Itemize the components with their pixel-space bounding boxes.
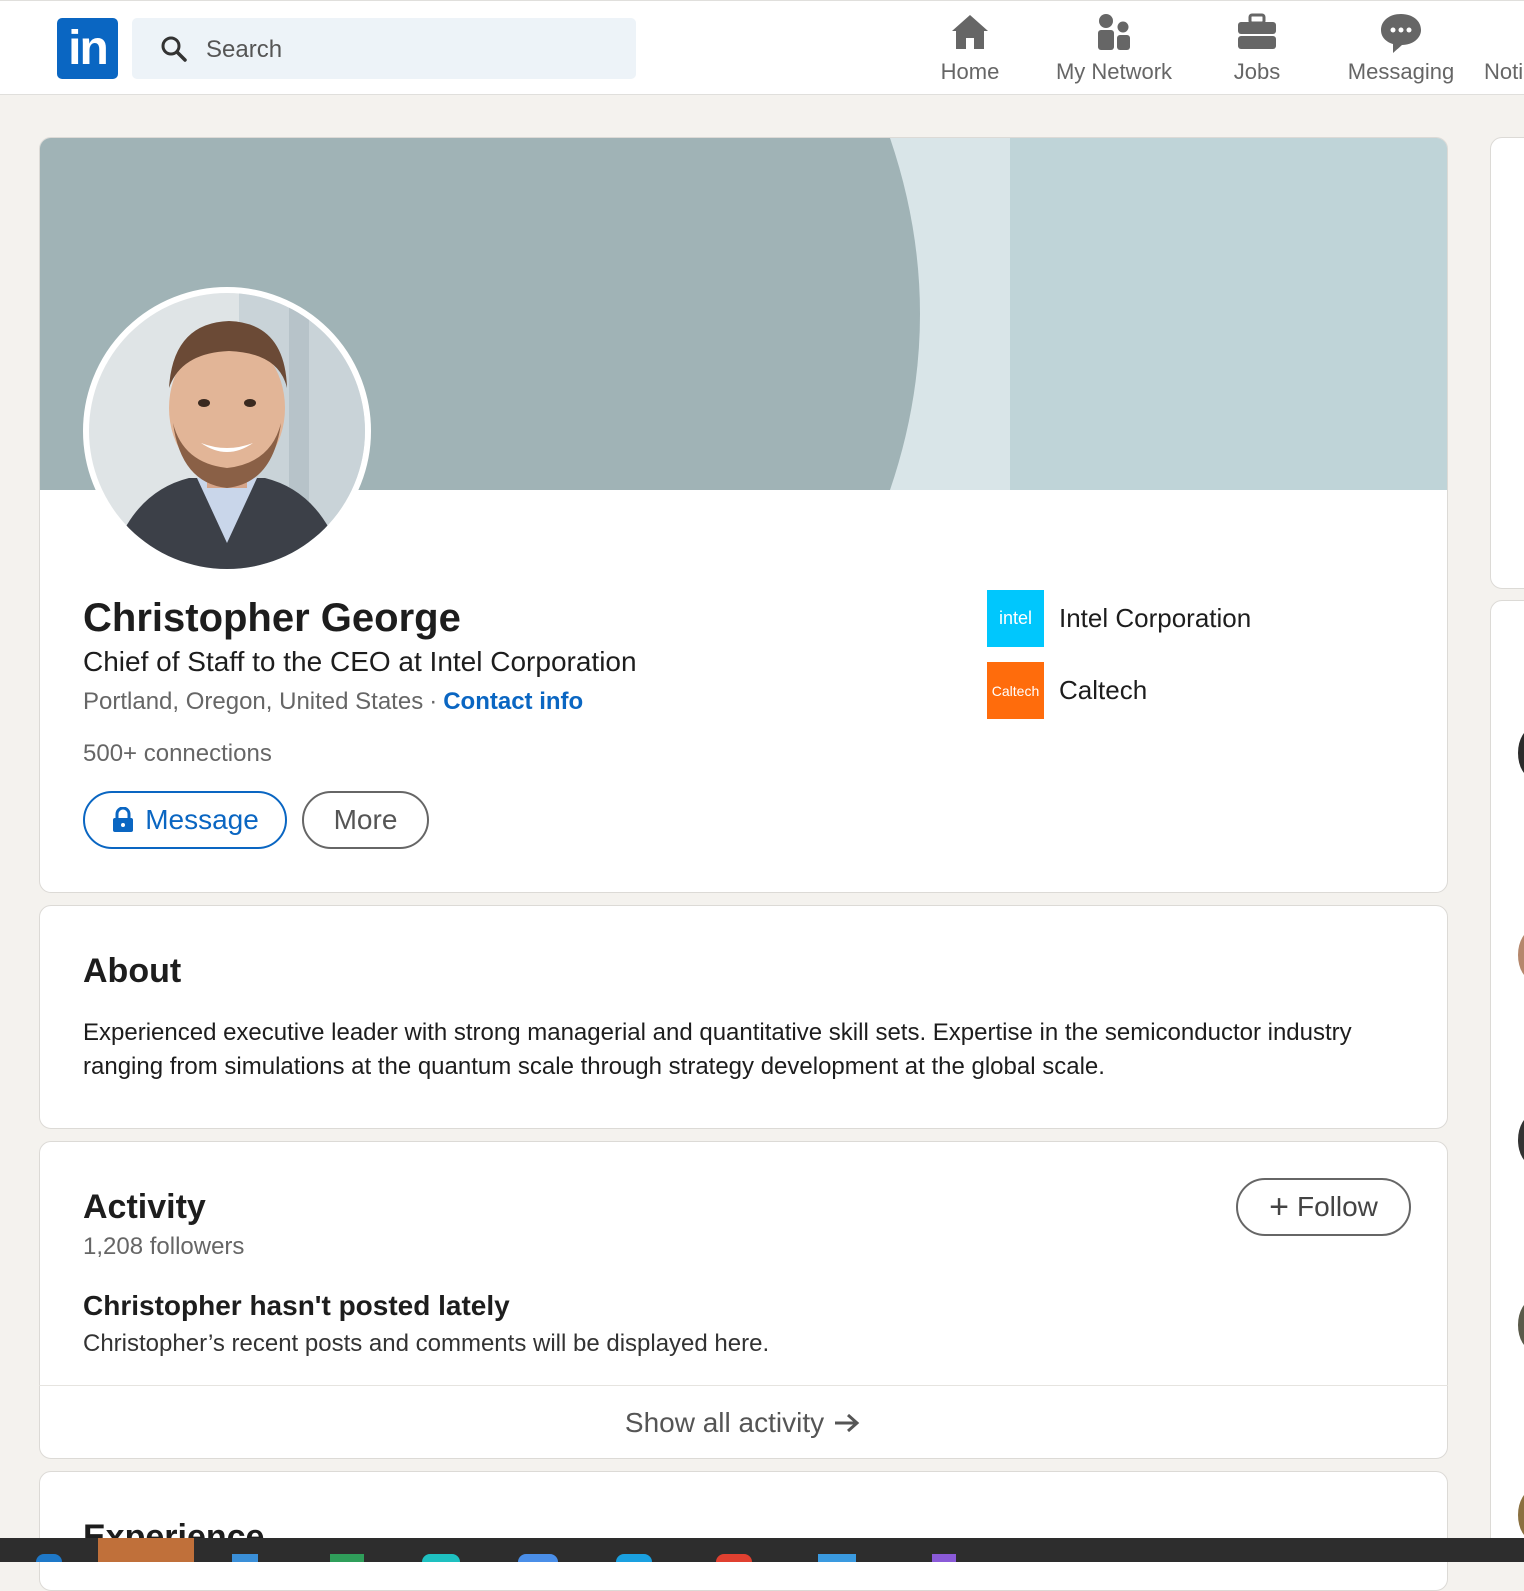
top-navigation: in Home My Network Jobs <box>0 0 1524 95</box>
contact-info-link[interactable]: Contact info <box>443 688 583 715</box>
briefcase-icon <box>1238 13 1276 49</box>
profile-location: Portland, Oregon, United States <box>83 688 424 715</box>
arrow-right-icon <box>835 1413 860 1432</box>
message-button-label: Message <box>145 804 259 835</box>
os-taskbar <box>0 1538 1524 1562</box>
org-name: Intel Corporation <box>1059 603 1252 633</box>
search-input[interactable] <box>204 18 628 81</box>
search-icon <box>161 36 187 62</box>
home-icon <box>952 15 988 49</box>
nav-notifications[interactable]: Noti <box>1484 11 1524 91</box>
profile-location-row: Portland, Oregon, United States · Contact … <box>83 688 583 716</box>
followers-count: 1,208 followers <box>83 1233 245 1260</box>
linkedin-logo[interactable]: in <box>57 18 118 79</box>
taskbar-active-app[interactable] <box>98 1538 194 1562</box>
profile-headline: Chief of Staff to the CEO at Intel Corpo… <box>83 646 637 677</box>
about-title: About <box>83 952 182 990</box>
taskbar-app-icon[interactable] <box>330 1554 364 1562</box>
taskbar-app-icon[interactable] <box>232 1554 258 1562</box>
chat-icon <box>1381 14 1421 53</box>
no-posts-title: Christopher hasn't posted lately <box>83 1290 510 1321</box>
connections-count[interactable]: 500+ connections <box>83 740 272 768</box>
caltech-logo: Caltech <box>987 662 1044 719</box>
intel-logo: intel <box>987 590 1044 647</box>
org-name: Caltech <box>1059 675 1148 705</box>
message-button[interactable]: Message <box>83 791 287 849</box>
network-icon <box>1098 14 1130 50</box>
nav-jobs[interactable]: Jobs <box>1225 11 1289 91</box>
lock-icon <box>113 807 134 832</box>
no-posts-subtitle: Christopher’s recent posts and comments … <box>83 1330 770 1357</box>
taskbar-app-icon[interactable] <box>518 1554 558 1562</box>
nav-label: Jobs <box>1233 59 1281 84</box>
nav-label: Noti <box>1484 59 1524 84</box>
org-caltech[interactable]: Caltech Caltech <box>987 662 1147 719</box>
taskbar-app-icon[interactable] <box>716 1554 752 1562</box>
nav-label: My Network <box>1055 59 1173 84</box>
show-all-activity-label: Show all activity <box>624 1406 825 1438</box>
about-text: Experienced executive leader with strong… <box>83 1019 1352 1080</box>
taskbar-app-icon[interactable] <box>818 1554 856 1562</box>
org-intel[interactable]: intel Intel Corporation <box>987 590 1251 647</box>
nav-my-network[interactable]: My Network <box>1050 11 1178 91</box>
show-all-activity-button[interactable]: Show all activity <box>39 1385 1448 1459</box>
more-button[interactable]: More <box>302 791 429 849</box>
nav-label: Messaging <box>1347 59 1455 84</box>
follow-button[interactable]: + Follow <box>1236 1178 1411 1236</box>
separator: · <box>429 688 438 715</box>
profile-name: Christopher George <box>83 596 461 640</box>
nav-home[interactable]: Home <box>930 11 1010 91</box>
plus-icon: + <box>1269 1188 1289 1226</box>
right-rail-card <box>1490 137 1524 589</box>
follow-button-label: Follow <box>1296 1191 1378 1222</box>
nav-label: Home <box>940 59 1000 84</box>
profile-photo-graphic <box>89 293 365 569</box>
taskbar-app-icon[interactable] <box>36 1554 62 1562</box>
nav-messaging[interactable]: Messaging <box>1345 11 1457 91</box>
activity-title: Activity <box>83 1188 206 1226</box>
more-button-label: More <box>333 804 398 835</box>
profile-photo[interactable] <box>83 287 371 575</box>
taskbar-app-icon[interactable] <box>616 1554 652 1562</box>
search-box[interactable] <box>132 18 636 81</box>
taskbar-app-icon[interactable] <box>932 1554 956 1562</box>
taskbar-app-icon[interactable] <box>422 1554 460 1562</box>
